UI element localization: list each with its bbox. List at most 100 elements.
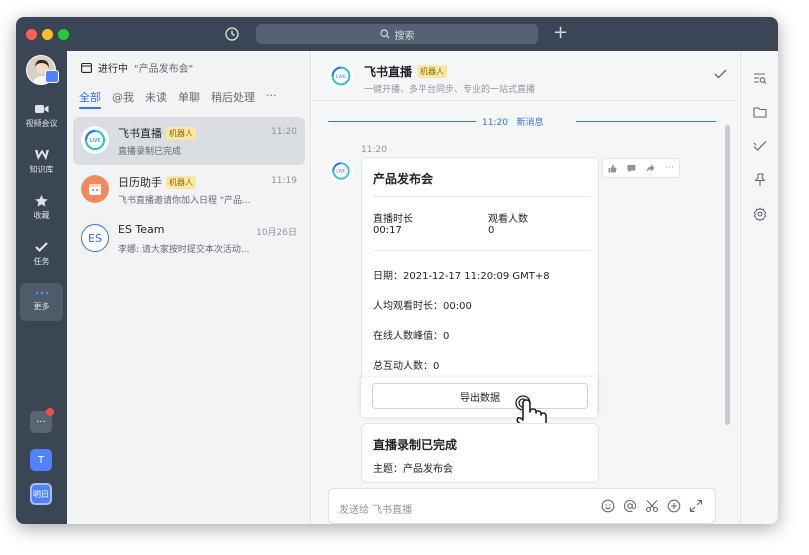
info-interactions: 总互动人数：0	[373, 361, 440, 372]
title-bar: 搜索 +	[16, 17, 778, 51]
chat-subtitle: 一键开播、多平台同步、专业的一站式直播	[364, 85, 536, 95]
chat-list-panel: 进行中 "产品发布会" 全部 @我 未读 单聊 稍后处理 ··· LIVE 飞书…	[67, 51, 311, 524]
live-summary-card: 产品发布会 直播时长 00:17 观看人数 0 日期：2021-12-17 11…	[361, 157, 599, 414]
stat-duration-value: 00:17	[373, 225, 402, 236]
message-input[interactable]: 发送给 飞书直播	[328, 488, 716, 524]
stat-viewers-label: 观看人数	[488, 214, 528, 225]
scissors-icon[interactable]	[645, 499, 659, 513]
header-topic: "产品发布会"	[134, 64, 194, 75]
card-divider	[373, 250, 589, 251]
new-message-divider-label: 11:20 新消息	[482, 115, 544, 128]
tab-direct[interactable]: 单聊	[178, 89, 200, 105]
check-icon[interactable]	[714, 69, 727, 79]
video-icon	[34, 105, 48, 113]
recording-complete-card: 直播录制已完成 主题：产品发布会	[361, 423, 599, 483]
chat-item-es-team[interactable]: ES ES Team 10月26日 李娜: 请大家按时提交本次活动...	[73, 215, 305, 263]
tab-unread[interactable]: 未读	[145, 89, 167, 105]
expand-icon[interactable]	[689, 499, 703, 513]
search-placeholder: 搜索	[394, 30, 415, 42]
header-status: 进行中	[98, 64, 128, 75]
divider-label: 新消息	[516, 118, 544, 128]
svg-text:LIVE: LIVE	[336, 169, 346, 175]
app-window: 搜索 + 视频会议 知识库 收藏 任务 更多 ··· T 明日 进行中 "产品发…	[16, 17, 778, 524]
rail-item-label: 视频会议	[25, 119, 58, 128]
new-message-divider-left	[328, 121, 476, 122]
chat-name: ES Team	[118, 223, 165, 236]
search-input[interactable]: 搜索	[256, 24, 538, 44]
rail-item-tasks[interactable]: 任务	[16, 241, 67, 267]
history-icon[interactable]	[224, 26, 240, 42]
more-icon[interactable]: ···	[665, 163, 674, 173]
folder-icon[interactable]	[753, 105, 767, 119]
info-peak-online: 在线人数峰值：0	[373, 331, 450, 342]
star-icon	[35, 195, 48, 207]
tab-all[interactable]: 全部	[79, 89, 101, 105]
stat-duration-label: 直播时长	[373, 214, 413, 225]
settings-icon[interactable]	[753, 207, 767, 221]
reply-icon[interactable]	[627, 164, 636, 173]
chat-item-feishu-live[interactable]: LIVE 飞书直播 机器人 11:20 直播录制已完成	[73, 117, 305, 165]
card2-topic: 主题：产品发布会	[373, 464, 453, 475]
add-icon[interactable]	[667, 499, 681, 513]
card2-title: 直播录制已完成	[373, 438, 458, 452]
wiki-icon	[34, 149, 49, 160]
chat-scrollbar[interactable]	[725, 125, 730, 425]
chat-preview: 飞书直播邀请你加入日程 "产品...	[118, 196, 251, 206]
forward-icon[interactable]	[646, 164, 655, 173]
maximize-window-button[interactable]	[58, 29, 69, 40]
bot-tag: 机器人	[417, 65, 448, 78]
tab-underline	[79, 107, 101, 109]
tab-mentions[interactable]: @我	[112, 89, 134, 105]
chat-time: 11:20	[271, 127, 297, 137]
rail-item-wiki[interactable]: 知识库	[16, 149, 67, 175]
chat-preview: 李娜: 请大家按时提交本次活动...	[118, 245, 250, 255]
group-avatar: ES	[81, 224, 109, 252]
rail-item-favorites[interactable]: 收藏	[16, 195, 67, 221]
rail-item-more[interactable]: 更多	[20, 283, 63, 321]
more-icon	[35, 291, 48, 295]
calendar-icon	[81, 62, 92, 73]
chat-filter-tabs: 全部 @我 未读 单聊 稍后处理 ···	[79, 89, 277, 105]
chat-name: 飞书直播 机器人	[118, 125, 196, 141]
pin-icon[interactable]	[753, 173, 767, 187]
bot-tag: 机器人	[166, 175, 196, 189]
chat-item-calendar-assistant[interactable]: 日历助手 机器人 11:19 飞书直播邀请你加入日程 "产品...	[73, 166, 305, 214]
emoji-icon[interactable]	[601, 499, 615, 513]
svg-text:LIVE: LIVE	[336, 74, 346, 80]
chat-name-text: ES Team	[118, 223, 165, 236]
calendar-today-button[interactable]: 明日	[30, 483, 52, 505]
rail-item-label: 任务	[33, 257, 50, 266]
live-logo-icon: LIVE	[328, 63, 354, 89]
task-check-icon[interactable]	[753, 139, 767, 153]
svg-text:LIVE: LIVE	[90, 138, 101, 144]
chat-preview: 直播录制已完成	[118, 147, 182, 157]
tab-later[interactable]: 稍后处理	[211, 89, 255, 105]
rail-item-label: 知识库	[29, 165, 54, 174]
task-icon	[35, 242, 48, 253]
input-toolbar	[601, 499, 703, 513]
rail-item-label: 更多	[33, 302, 50, 311]
new-message-divider-right	[576, 121, 716, 122]
chat-panel: LIVE 飞书直播 机器人 一键开播、多平台同步、专业的一站式直播 11:20 新…	[312, 51, 739, 524]
chat-name-text: 日历助手	[118, 176, 162, 189]
plus-icon[interactable]: +	[553, 24, 568, 42]
info-avg-watch: 人均观看时长：00:00	[373, 301, 472, 312]
export-data-button[interactable]: 导出数据	[372, 383, 588, 409]
close-window-button[interactable]	[26, 29, 37, 40]
chat-time: 11:19	[271, 176, 297, 186]
status-badge	[45, 70, 59, 83]
rail-item-video-meeting[interactable]: 视频会议	[16, 103, 67, 129]
thumbs-up-icon[interactable]	[608, 164, 617, 173]
card-title: 产品发布会	[373, 172, 434, 186]
chat-time: 10月26日	[256, 228, 297, 238]
side-toolbar	[740, 51, 778, 524]
search-icon	[379, 29, 390, 39]
mention-icon[interactable]	[623, 499, 637, 513]
search-messages-icon[interactable]	[753, 71, 767, 85]
chat-title: 飞书直播 机器人	[364, 63, 448, 80]
notification-dot	[46, 408, 54, 416]
workspace-avatar[interactable]: T	[30, 449, 52, 471]
tab-more[interactable]: ···	[266, 89, 277, 105]
input-placeholder: 发送给 飞书直播	[339, 505, 413, 516]
minimize-window-button[interactable]	[42, 29, 53, 40]
